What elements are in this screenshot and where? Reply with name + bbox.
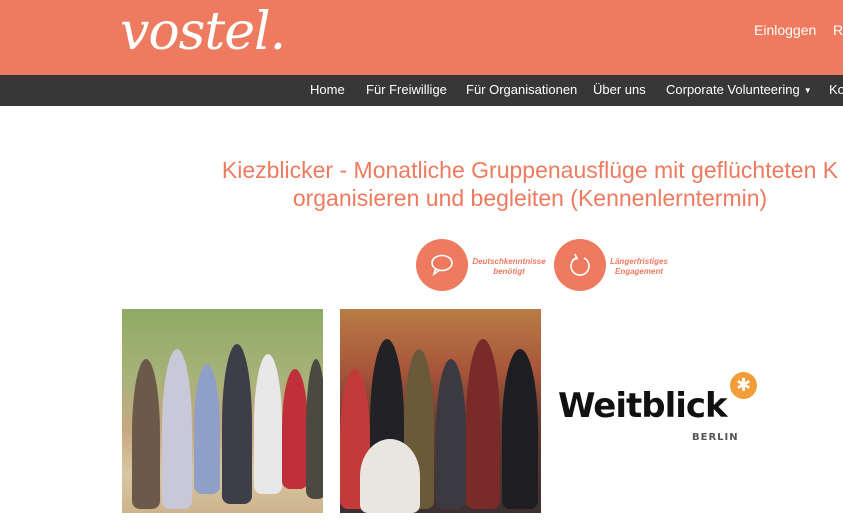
nav-corporate-volunteering-label: Corporate Volunteering xyxy=(666,82,800,97)
page-title-line1: Kiezblicker - Monatliche Gruppenausflüge… xyxy=(221,157,839,183)
photo-figure xyxy=(466,339,500,509)
photo-figure xyxy=(306,359,323,499)
site-header: vostel. Einloggen Re xyxy=(0,0,843,75)
register-link[interactable]: Re xyxy=(833,22,843,38)
group-photo-outdoor xyxy=(122,309,323,513)
speech-bubble-icon xyxy=(431,254,453,276)
photo-figure xyxy=(502,349,538,509)
photo-figure xyxy=(132,359,160,509)
nav-fuer-freiwillige[interactable]: Für Freiwillige xyxy=(366,82,447,97)
caret-down-icon: ▼ xyxy=(803,86,812,96)
refresh-icon xyxy=(570,253,590,276)
photo-figure xyxy=(194,364,220,494)
group-photo-indoor xyxy=(340,309,541,513)
photo-figure xyxy=(254,354,282,494)
commitment-badge-label: Längerfristiges Engagement xyxy=(610,257,668,276)
page-title: Kiezblicker - Monatliche Gruppenausflüge… xyxy=(140,156,843,212)
asterisk-icon: ✱ xyxy=(730,372,757,399)
photo-figure xyxy=(282,369,308,489)
photo-figure xyxy=(222,344,252,504)
nav-ueber-uns[interactable]: Über uns xyxy=(593,82,646,97)
photo-figure xyxy=(360,439,420,513)
nav-corporate-volunteering[interactable]: Corporate Volunteering ▼ xyxy=(666,82,812,97)
nav-fuer-organisationen[interactable]: Für Organisationen xyxy=(466,82,577,97)
vostel-logo[interactable]: vostel. xyxy=(120,2,286,62)
language-badge xyxy=(416,239,468,291)
login-link[interactable]: Einloggen xyxy=(754,22,816,38)
page-title-line2: organisieren und begleiten (Kennenlernte… xyxy=(292,185,768,211)
weitblick-berlin-logo[interactable]: Weitblick ✱ BERLIN xyxy=(558,372,768,452)
photo-figure xyxy=(162,349,192,509)
nav-home[interactable]: Home xyxy=(310,82,345,97)
language-badge-label: Deutschkenntnisse benötigt xyxy=(472,257,546,276)
photo-figure xyxy=(436,359,466,509)
nav-kontakt[interactable]: Ko xyxy=(829,82,843,97)
main-navigation: Home Für Freiwillige Für Organisationen … xyxy=(0,75,843,106)
